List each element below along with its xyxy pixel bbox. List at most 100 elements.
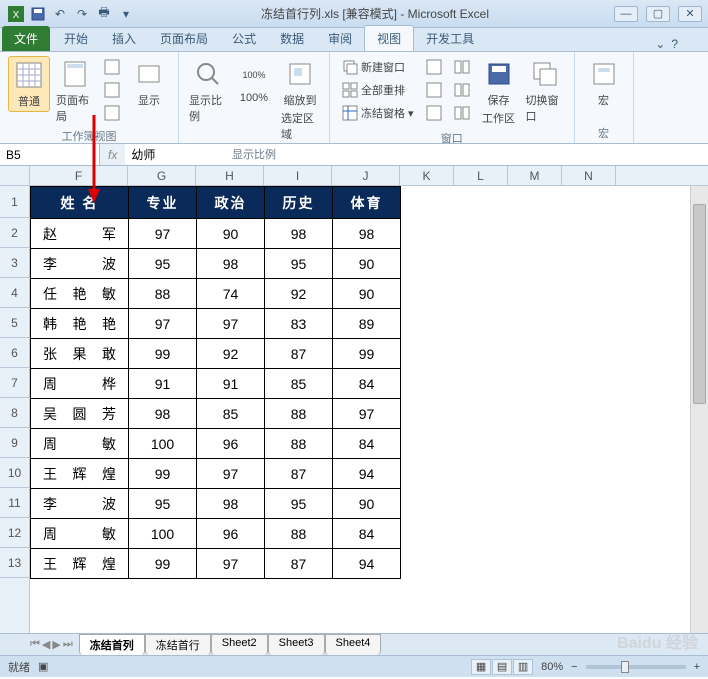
- data-cell[interactable]: 97: [129, 309, 197, 339]
- data-cell[interactable]: 99: [129, 459, 197, 489]
- data-cell[interactable]: 90: [333, 489, 401, 519]
- row-header[interactable]: 6: [0, 338, 29, 368]
- normal-view-button[interactable]: 普通: [8, 56, 50, 112]
- name-cell[interactable]: 李 波: [31, 249, 129, 279]
- data-cell[interactable]: 92: [197, 339, 265, 369]
- page-layout-view-btn[interactable]: ▤: [492, 659, 512, 675]
- name-cell[interactable]: 李 波: [31, 489, 129, 519]
- macro-record-icon[interactable]: ▣: [38, 660, 48, 673]
- vertical-scrollbar[interactable]: [690, 186, 708, 633]
- zoom-100-button[interactable]: 100% 100%: [233, 56, 275, 106]
- data-cell[interactable]: 90: [333, 279, 401, 309]
- zoom-button[interactable]: 显示比例: [187, 56, 229, 126]
- data-cell[interactable]: 99: [129, 339, 197, 369]
- tab-data[interactable]: 数据: [268, 26, 316, 51]
- data-cell[interactable]: 97: [333, 399, 401, 429]
- tab-view[interactable]: 视图: [364, 25, 414, 51]
- data-cell[interactable]: 92: [265, 279, 333, 309]
- help-icon[interactable]: ?: [671, 37, 678, 51]
- select-all-corner[interactable]: [0, 166, 30, 185]
- name-box[interactable]: B5: [0, 144, 100, 165]
- row-header[interactable]: 11: [0, 488, 29, 518]
- page-break-preview-button[interactable]: [100, 56, 124, 78]
- sheet-tab[interactable]: Sheet3: [268, 634, 325, 655]
- row-header[interactable]: 1: [0, 186, 29, 218]
- zoom-out-icon[interactable]: −: [571, 661, 577, 673]
- data-cell[interactable]: 97: [197, 459, 265, 489]
- switch-windows-button[interactable]: 切换窗口: [524, 56, 566, 126]
- split-button[interactable]: [422, 56, 446, 78]
- name-cell[interactable]: 王 辉 煌: [31, 459, 129, 489]
- data-cell[interactable]: 99: [129, 549, 197, 579]
- data-cell[interactable]: 94: [333, 459, 401, 489]
- tab-formulas[interactable]: 公式: [220, 26, 268, 51]
- data-cell[interactable]: 95: [129, 489, 197, 519]
- name-cell[interactable]: 韩 艳 艳: [31, 309, 129, 339]
- name-cell[interactable]: 王 辉 煌: [31, 549, 129, 579]
- page-layout-button[interactable]: 页面布局: [54, 56, 96, 126]
- data-cell[interactable]: 85: [265, 369, 333, 399]
- print-icon[interactable]: 🖶: [94, 4, 114, 24]
- save-icon[interactable]: [28, 4, 48, 24]
- data-cell[interactable]: 84: [333, 519, 401, 549]
- table-header-cell[interactable]: 姓 名: [31, 187, 129, 219]
- row-header[interactable]: 4: [0, 278, 29, 308]
- view-side-by-side-button[interactable]: [450, 56, 474, 78]
- name-cell[interactable]: 张 果 敢: [31, 339, 129, 369]
- data-cell[interactable]: 88: [265, 399, 333, 429]
- col-header[interactable]: M: [508, 166, 562, 185]
- page-break-view-btn[interactable]: ▥: [513, 659, 533, 675]
- full-screen-button[interactable]: [100, 102, 124, 124]
- row-header[interactable]: 9: [0, 428, 29, 458]
- data-cell[interactable]: 94: [333, 549, 401, 579]
- show-button[interactable]: 显示: [128, 56, 170, 110]
- data-cell[interactable]: 98: [265, 219, 333, 249]
- data-cell[interactable]: 84: [333, 429, 401, 459]
- row-header[interactable]: 10: [0, 458, 29, 488]
- row-header[interactable]: 3: [0, 248, 29, 278]
- col-header[interactable]: I: [264, 166, 332, 185]
- data-cell[interactable]: 100: [129, 519, 197, 549]
- data-cell[interactable]: 95: [265, 249, 333, 279]
- data-cell[interactable]: 91: [129, 369, 197, 399]
- data-cell[interactable]: 88: [265, 519, 333, 549]
- minimize-ribbon-icon[interactable]: ⌄: [655, 37, 665, 51]
- data-cell[interactable]: 87: [265, 459, 333, 489]
- data-cell[interactable]: 95: [265, 489, 333, 519]
- data-cell[interactable]: 97: [197, 309, 265, 339]
- table-header-cell[interactable]: 历史: [265, 187, 333, 219]
- row-header[interactable]: 2: [0, 218, 29, 248]
- name-cell[interactable]: 吴 圆 芳: [31, 399, 129, 429]
- table-header-cell[interactable]: 专业: [129, 187, 197, 219]
- sheet-tab[interactable]: Sheet2: [211, 634, 268, 655]
- cells-area[interactable]: 姓 名专业政治历史体育 赵 军97909898李 波95989590任 艳 敏8…: [30, 186, 708, 633]
- data-cell[interactable]: 99: [333, 339, 401, 369]
- col-header[interactable]: H: [196, 166, 264, 185]
- sheet-tab[interactable]: Sheet4: [325, 634, 382, 655]
- data-cell[interactable]: 90: [333, 249, 401, 279]
- zoom-selection-button[interactable]: 缩放到 选定区域: [279, 56, 321, 144]
- data-cell[interactable]: 89: [333, 309, 401, 339]
- row-header[interactable]: 7: [0, 368, 29, 398]
- name-cell[interactable]: 赵 军: [31, 219, 129, 249]
- data-cell[interactable]: 97: [129, 219, 197, 249]
- data-cell[interactable]: 87: [265, 549, 333, 579]
- new-window-button[interactable]: 新建窗口: [338, 56, 418, 78]
- tab-insert[interactable]: 插入: [100, 26, 148, 51]
- sheet-nav-prev-icon[interactable]: ◀: [42, 638, 50, 651]
- fx-icon[interactable]: fx: [100, 148, 125, 162]
- macros-button[interactable]: 宏: [583, 56, 625, 110]
- undo-icon[interactable]: ↶: [50, 4, 70, 24]
- sync-scroll-button[interactable]: [450, 79, 474, 101]
- sheet-nav-next-icon[interactable]: ▶: [52, 638, 60, 651]
- data-cell[interactable]: 100: [129, 429, 197, 459]
- data-cell[interactable]: 87: [265, 339, 333, 369]
- zoom-in-icon[interactable]: +: [694, 661, 700, 673]
- data-cell[interactable]: 74: [197, 279, 265, 309]
- data-cell[interactable]: 83: [265, 309, 333, 339]
- data-cell[interactable]: 96: [197, 429, 265, 459]
- row-header[interactable]: 8: [0, 398, 29, 428]
- data-cell[interactable]: 98: [129, 399, 197, 429]
- col-header[interactable]: G: [128, 166, 196, 185]
- col-header[interactable]: K: [400, 166, 454, 185]
